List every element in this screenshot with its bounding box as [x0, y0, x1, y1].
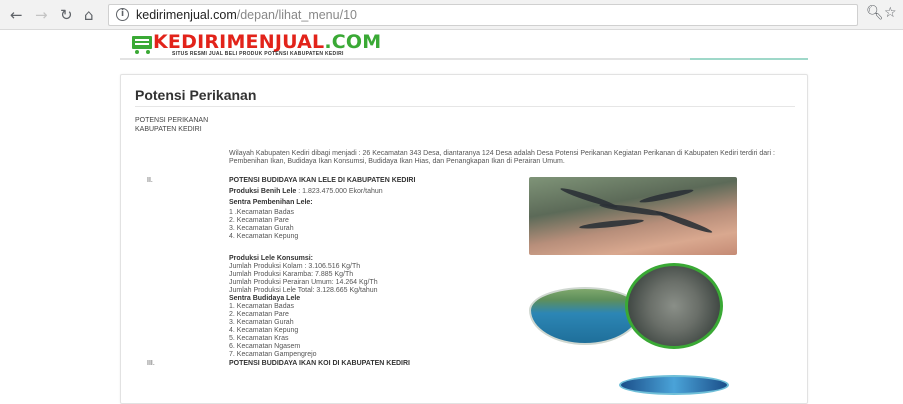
section-number: II. [147, 177, 153, 184]
fish-shape [654, 208, 714, 236]
cart-wheel [146, 50, 150, 54]
reload-icon[interactable]: ↻ [60, 6, 73, 24]
list-item: 4. Kecamatan Kepung [229, 327, 299, 334]
title-divider [135, 106, 795, 107]
page-title: Potensi Perikanan [135, 87, 257, 103]
subheading-line2: KABUPATEN KEDIRI [135, 126, 202, 133]
subheading-line1: POTENSI PERIKANAN [135, 117, 209, 124]
logo-tagline: SITUS RESMI JUAL BELI PRODUK POTENSI KAB… [172, 51, 344, 57]
logo-text: KEDIRIMENJUAL.COM [153, 31, 382, 53]
forward-icon[interactable]: → [35, 6, 48, 24]
fish-shape [598, 202, 670, 218]
browser-toolbar: ← → ↻ ⌂ i kedirimenjual.com/depan/lihat_… [0, 0, 903, 30]
list-item: Jumlah Produksi Kolam : 3.106.516 Kg/Th [229, 263, 361, 270]
sentra-budidaya-heading: Sentra Budidaya Lele [229, 295, 301, 302]
list-item: Jumlah Produksi Lele Total: 3.128.665 Kg… [229, 287, 378, 294]
info-icon[interactable]: i [116, 8, 129, 21]
url-text: kedirimenjual.com/depan/lihat_menu/10 [136, 8, 357, 22]
home-icon[interactable]: ⌂ [84, 6, 94, 24]
catfish-image [625, 263, 723, 349]
fish-shape [638, 187, 695, 205]
list-item: 3. Kecamatan Gurah [229, 319, 294, 326]
list-item: 1. Kecamatan Badas [229, 303, 294, 310]
list-item: 2. Kecamatan Pare [229, 311, 289, 318]
address-bar[interactable]: i kedirimenjual.com/depan/lihat_menu/10 [108, 4, 858, 26]
star-icon[interactable]: ☆ [884, 5, 897, 21]
lele-fry-photo [529, 177, 737, 255]
back-icon[interactable]: ← [10, 6, 23, 24]
list-item: Jumlah Produksi Karamba: 7.885 Kg/Th [229, 271, 354, 278]
koi-photo [619, 375, 729, 395]
cart-wheel [135, 50, 139, 54]
intro-paragraph: Wilayah Kabupaten Kediri dibagi menjadi … [229, 150, 775, 165]
list-item: Jumlah Produksi Perairan Umum: 14.264 Kg… [229, 279, 378, 286]
content-card: Potensi Perikanan POTENSI PERIKANAN KABU… [120, 74, 808, 404]
cart-icon [132, 36, 152, 49]
produksi-benih: Produksi Benih Lele : 1.823.475.000 Ekor… [229, 188, 383, 195]
list-item: 5. Kecamatan Kras [229, 335, 289, 342]
konsumsi-heading: Produksi Lele Konsumsi: [229, 255, 314, 262]
list-item: 6. Kecamatan Ngasem [229, 343, 301, 350]
section-heading: POTENSI BUDIDAYA IKAN LELE DI KABUPATEN … [229, 177, 416, 184]
list-item: 3. Kecamatan Gurah [229, 225, 294, 232]
fish-shape [578, 217, 645, 231]
list-item: 2. Kecamatan Pare [229, 217, 289, 224]
sentra-pembenihan-heading: Sentra Pembenihan Lele: [229, 199, 313, 206]
list-item: 7. Kecamatan Gampengrejo [229, 351, 317, 358]
pond-image [529, 287, 641, 345]
list-item: 1 .Kecamatan Badas [229, 209, 294, 216]
list-item: 4. Kecamatan Kepung [229, 233, 299, 240]
section-heading: POTENSI BUDIDAYA IKAN KOI DI KABUPATEN K… [229, 360, 410, 367]
header-accent [690, 58, 808, 60]
lele-pond-photo [529, 263, 723, 349]
zoom-icon[interactable]: 🔍︎ [866, 5, 884, 21]
section-number: III. [147, 360, 155, 367]
